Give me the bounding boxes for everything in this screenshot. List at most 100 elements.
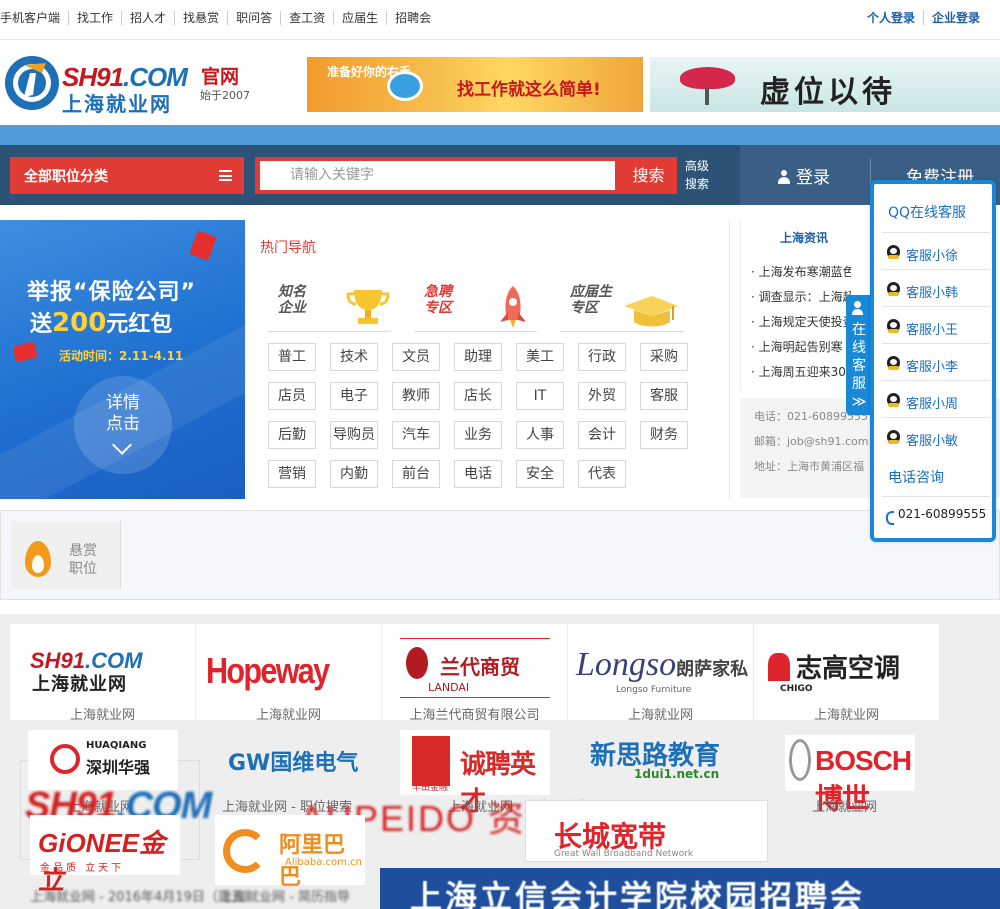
all-categories-button[interactable]: 全部职位分类 [10, 157, 244, 194]
news-item[interactable]: · 上海规定天使投资 [751, 313, 851, 330]
top-nav-hire[interactable]: 招人才 [121, 11, 174, 25]
hot-tag[interactable]: 后勤 [268, 421, 316, 449]
qq-agent-wang[interactable]: 客服小王 [882, 306, 990, 342]
partner-logo-huaqiang[interactable]: HUAQIANG 深圳华强 [28, 730, 178, 790]
official-site-label: 官网 [201, 66, 240, 88]
graduate-zone-category[interactable]: 应届生 专区 [560, 280, 683, 332]
promo-details-button[interactable]: 详情 点击 [74, 376, 172, 474]
promo-banner[interactable]: 举报“保险公司” 送200元红包 活动时间：2.11-4.11 详情 点击 [0, 220, 245, 499]
search-button[interactable]: 搜索 [620, 157, 677, 194]
service-phone[interactable]: 021-60899555 [882, 496, 990, 525]
hot-tag[interactable]: 美工 [516, 343, 564, 371]
top-nav-find-job[interactable]: 找工作 [68, 11, 121, 25]
promo-amount: 200 [52, 308, 107, 338]
contact-address: 地址：上海市黄浦区福 [754, 460, 864, 473]
online-service-tab[interactable]: 在 线 客 服 ≫ [846, 295, 872, 415]
hot-tag[interactable]: 助理 [454, 343, 502, 371]
partner-logo-hopeway[interactable]: Hopeway 上海就业网 [196, 624, 381, 723]
hot-tag[interactable]: 教师 [392, 382, 440, 410]
hot-tag[interactable]: 会计 [578, 421, 626, 449]
partner-logo-alibaba[interactable]: 阿里巴巴 Alibaba.com.cn [215, 815, 365, 890]
news-item[interactable]: · 调查显示：上海超一成 [751, 288, 851, 305]
partner-logo-great-wall[interactable]: 长城宽带 Great Wall Broadband Network [525, 800, 768, 862]
news-item[interactable]: · 上海明起告别寒 [751, 338, 851, 355]
alibaba-logo-sub: Alibaba.com.cn [285, 857, 362, 868]
hot-tag[interactable]: 普工 [268, 343, 316, 371]
qq-agent-label: 客服小徐 [906, 249, 959, 264]
hot-tag[interactable]: 安全 [516, 460, 564, 488]
news-title[interactable]: 上海资讯 [780, 229, 828, 246]
news-item-text: 上海发布寒潮蓝色预警 [758, 265, 851, 279]
qq-agent-min[interactable]: 客服小敏 [882, 417, 990, 453]
top-nav-salary[interactable]: 查工资 [280, 11, 333, 25]
hot-tag[interactable]: 汽车 [392, 421, 440, 449]
hot-tag[interactable]: 人事 [516, 421, 564, 449]
hot-tag[interactable]: 前台 [392, 460, 440, 488]
partner-logo-longso[interactable]: Longso朗萨家私 Longso Furniture 上海就业网 [568, 624, 753, 723]
hot-tag[interactable]: 店员 [268, 382, 316, 410]
qq-agent-zhou[interactable]: 客服小周 [882, 380, 990, 416]
advanced-search-line1: 高级 [685, 159, 710, 173]
partner-logo-bosch[interactable]: BOSCH 博世 [785, 735, 915, 814]
famous-company-label: 知名 企业 [278, 284, 306, 316]
urgent-hiring-label: 急聘 专区 [424, 284, 452, 316]
hot-tag[interactable]: 内勤 [330, 460, 378, 488]
hot-nav-title: 热门导航 [260, 240, 316, 256]
top-nav-graduates[interactable]: 应届生 [333, 11, 386, 25]
partner-logo-sh91[interactable]: SH91.COM 上海就业网 上海就业网 [10, 624, 195, 723]
partner-logo-gw[interactable]: GW国维电气 [228, 745, 358, 777]
partner-logo-chigo[interactable]: 志高空调 CHIGO 上海就业网 [754, 624, 939, 723]
news-item-text: 上海规定天使投资 [758, 315, 851, 329]
urgent-hiring-category[interactable]: 急聘 专区 [414, 280, 537, 332]
hot-tag[interactable]: 代表 [578, 460, 626, 488]
hot-tag[interactable]: IT [516, 382, 564, 410]
hot-tag[interactable]: 财务 [640, 421, 688, 449]
landai-logo-text: 兰代商贸 [440, 655, 520, 679]
longso-logo-en: Longso [576, 646, 677, 683]
hot-tag[interactable]: 技术 [330, 343, 378, 371]
reward-jobs-tab[interactable]: 悬赏 职位 [11, 521, 121, 589]
qq-service-title: QQ在线客服 [888, 205, 967, 221]
news-item[interactable]: · 上海发布寒潮蓝色预警 [751, 263, 851, 280]
hot-tag[interactable]: 行政 [578, 343, 626, 371]
job-fair-banner[interactable]: 上海立信会计学院校园招聘会 [380, 868, 1000, 909]
hot-tag[interactable]: 营销 [268, 460, 316, 488]
company-login-link[interactable]: 企业登录 [922, 11, 988, 25]
hot-tag[interactable]: 业务 [454, 421, 502, 449]
partner-logo-gionee[interactable]: GiONEE金立 金品质 立天下 [30, 815, 180, 895]
hot-tag[interactable]: 电子 [330, 382, 378, 410]
hot-tag[interactable]: 店长 [454, 382, 502, 410]
ad-banner-find-job[interactable]: 准备好你的右手 找工作就这么简单! [307, 57, 643, 112]
hot-tag[interactable]: 导购员 [330, 421, 378, 449]
promo-amount-line: 送200元红包 [30, 306, 172, 338]
top-nav-reward[interactable]: 找悬赏 [174, 11, 227, 25]
logo-caption: 上海就业网 [813, 708, 879, 723]
login-button[interactable]: 登录 [778, 163, 830, 188]
chigo-logo-cn: 志高空调 [796, 654, 901, 684]
news-item[interactable]: · 上海周五迎来30 [751, 363, 851, 380]
hot-tag[interactable]: 客服 [640, 382, 688, 410]
top-nav-job-fair[interactable]: 招聘会 [386, 11, 439, 25]
longso-logo-sub: Longso Furniture [616, 685, 692, 695]
qq-agent-li[interactable]: 客服小李 [882, 343, 990, 379]
hot-tag[interactable]: 文员 [392, 343, 440, 371]
sh91-logo-icon[interactable] [2, 53, 62, 113]
personal-login-link[interactable]: 个人登录 [859, 11, 923, 25]
ad-banner-vacant[interactable]: 虚位以待 [650, 57, 1000, 112]
qq-agent-xu[interactable]: 客服小徐 [882, 232, 990, 268]
landai-logo-sub: LANDAI [428, 681, 470, 694]
hot-tag[interactable]: 采购 [640, 343, 688, 371]
search-input[interactable]: 请输入关键字 [260, 161, 615, 190]
banner-vacant-text: 虚位以待 [760, 75, 896, 110]
top-nav-mobile[interactable]: 手机客户端 [0, 11, 68, 25]
hot-tag[interactable]: 外贸 [578, 382, 626, 410]
logo-chinese-name[interactable]: 上海就业网 [62, 88, 172, 117]
alibaba-mark-icon [223, 829, 267, 873]
top-nav-qa[interactable]: 职问答 [227, 11, 280, 25]
partner-logo-toyota-finance[interactable]: 诚聘英才 丰田金融 [400, 730, 550, 817]
qq-agent-han[interactable]: 客服小韩 [882, 269, 990, 305]
advanced-search-link[interactable]: 高级 搜索 [685, 157, 715, 193]
partner-logo-landai[interactable]: 兰代商贸 LANDAI 上海兰代商贸有限公司 [382, 624, 567, 723]
famous-company-category[interactable]: 知名 企业 [268, 280, 391, 332]
hot-tag[interactable]: 电话 [454, 460, 502, 488]
